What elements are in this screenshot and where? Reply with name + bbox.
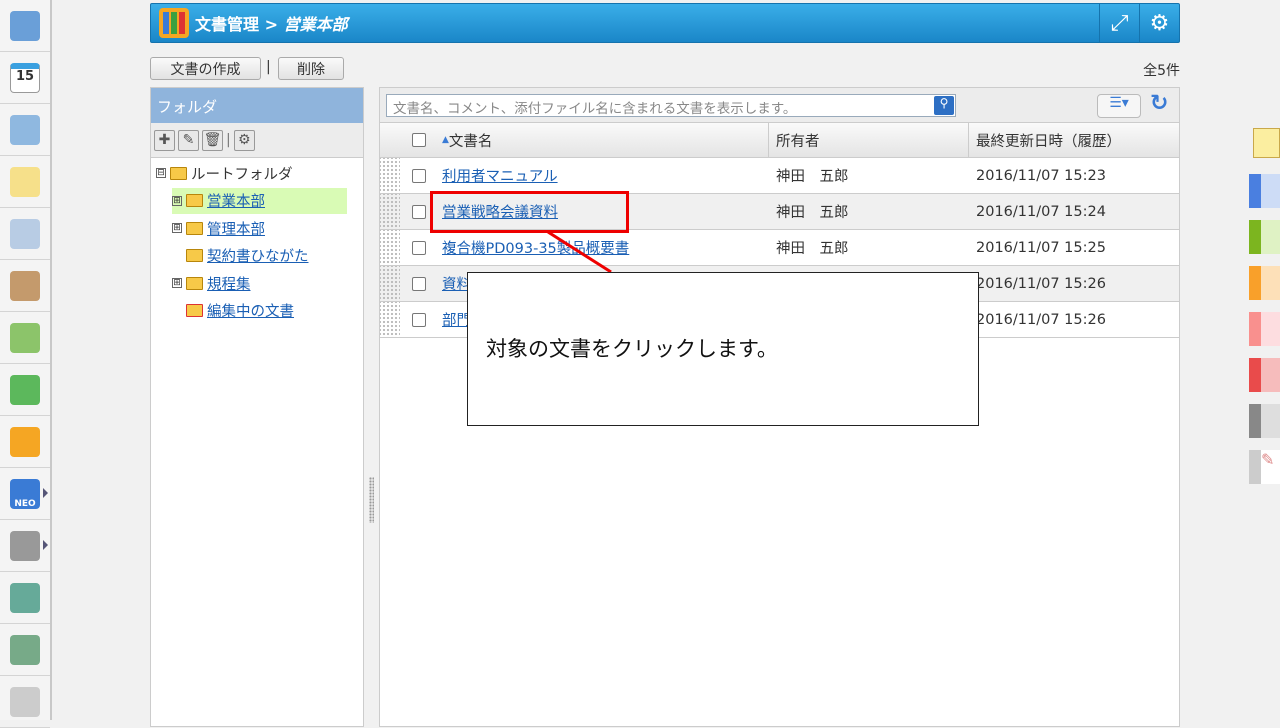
- instruction-callout: 対象の文書をクリックします。: [467, 272, 979, 426]
- color-tab[interactable]: [1249, 174, 1280, 208]
- color-tab[interactable]: [1249, 220, 1280, 254]
- color-tab[interactable]: [1249, 404, 1280, 438]
- color-tab[interactable]: [1249, 312, 1280, 346]
- color-tab[interactable]: [1249, 266, 1280, 300]
- pencil-icon[interactable]: ✎: [1249, 450, 1280, 484]
- sticky-note-icon[interactable]: [1253, 128, 1280, 158]
- color-tab[interactable]: [1249, 358, 1280, 392]
